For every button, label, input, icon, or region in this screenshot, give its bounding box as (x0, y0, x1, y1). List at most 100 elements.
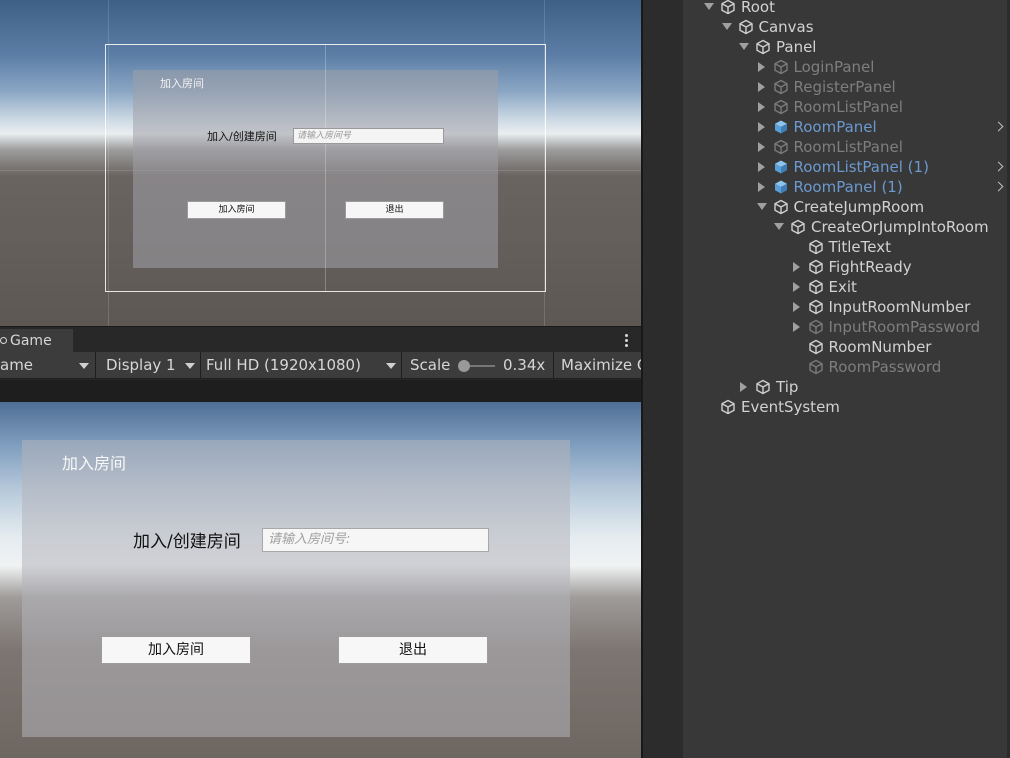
toolbar-divider (95, 352, 96, 379)
hierarchy-item[interactable]: Canvas (683, 17, 1007, 37)
open-prefab-chevron-icon[interactable] (993, 161, 1004, 172)
expand-right-icon[interactable] (757, 142, 765, 152)
game-toolbar: ame Display 1 Full HD (1920x1080) Scale … (0, 352, 641, 379)
prefab-cube-icon (773, 159, 789, 175)
expand-down-icon[interactable] (704, 3, 714, 10)
hierarchy-item[interactable]: EventSystem (683, 397, 1007, 417)
game-room-label: 加入/创建房间 (133, 532, 241, 552)
game-mode-dropdown[interactable]: ame (0, 352, 80, 379)
open-prefab-chevron-icon[interactable] (993, 181, 1004, 192)
scale-slider-handle[interactable] (458, 360, 470, 372)
hierarchy-item-label: Canvas (758, 18, 814, 36)
hierarchy-item[interactable]: RoomPanel (1) (683, 177, 1007, 197)
expand-down-icon[interactable] (739, 43, 749, 50)
hierarchy-item-label: FightReady (828, 258, 912, 276)
hierarchy-item[interactable]: CreateJumpRoom (683, 197, 1007, 217)
cube-icon (773, 59, 789, 75)
expand-right-icon[interactable] (757, 82, 765, 92)
expand-right-icon[interactable] (792, 322, 800, 332)
expand-right-icon[interactable] (757, 102, 765, 112)
prefab-cube-icon (773, 119, 789, 135)
scene-title-text[interactable]: 加入房间 (160, 75, 204, 91)
hierarchy-item[interactable]: RoomNumber (683, 337, 1007, 357)
cube-icon (755, 379, 771, 395)
cube-icon (773, 199, 789, 215)
expand-right-icon[interactable] (792, 302, 800, 312)
toolbar-divider (200, 352, 201, 379)
hierarchy-item[interactable]: RoomListPanel (683, 97, 1007, 117)
hierarchy-item[interactable]: Root (683, 0, 1007, 17)
open-prefab-chevron-icon[interactable] (993, 121, 1004, 132)
scene-exit-button[interactable]: 退出 (345, 201, 444, 219)
hierarchy-item[interactable]: Exit (683, 277, 1007, 297)
maximize-on-play-toggle[interactable]: Maximize O (561, 352, 641, 379)
hierarchy-item-label: RoomListPanel (793, 138, 903, 156)
hierarchy-item[interactable]: RoomPanel (683, 117, 1007, 137)
cube-icon (808, 279, 824, 295)
hierarchy-item[interactable]: RoomPassword (683, 357, 1007, 377)
hierarchy-item-label: Root (741, 0, 775, 16)
game-room-input[interactable]: 请输入房间号: (262, 528, 489, 552)
expand-right-icon[interactable] (792, 262, 800, 272)
cube-icon (808, 299, 824, 315)
expand-right-icon[interactable] (757, 162, 765, 172)
game-join-button[interactable]: 加入房间 (101, 636, 251, 664)
hierarchy-item-label: EventSystem (741, 398, 840, 416)
chevron-down-icon[interactable] (386, 363, 396, 369)
expand-right-icon[interactable] (757, 62, 765, 72)
expand-right-icon[interactable] (740, 382, 747, 392)
game-exit-button[interactable]: 退出 (338, 636, 488, 664)
center-guide (325, 44, 326, 292)
hierarchy-item[interactable]: FightReady (683, 257, 1007, 277)
expand-right-icon[interactable] (757, 122, 765, 132)
cube-icon (720, 0, 736, 15)
scene-view[interactable]: 加入房间 加入/创建房间 请输入房间号 加入房间 退出 (0, 0, 641, 326)
hierarchy-item[interactable]: InputRoomPassword (683, 317, 1007, 337)
hierarchy-item[interactable]: TitleText (683, 237, 1007, 257)
more-options-icon[interactable] (625, 334, 629, 348)
expand-down-icon[interactable] (756, 203, 767, 210)
scene-join-button[interactable]: 加入房间 (187, 201, 286, 219)
hierarchy-item-label: RegisterPanel (793, 78, 896, 96)
game-controller-icon (0, 337, 7, 344)
scale-label: Scale (410, 356, 451, 374)
expand-down-icon[interactable] (774, 223, 784, 230)
cube-icon (808, 319, 824, 335)
game-view[interactable]: 加入房间 加入/创建房间 请输入房间号: 加入房间 退出 (0, 402, 641, 758)
hierarchy-item-label: Tip (776, 378, 799, 396)
scene-panel[interactable] (133, 70, 498, 268)
hierarchy-item-label: CreateOrJumpIntoRoom (811, 218, 989, 236)
hierarchy-item-label: Exit (828, 278, 857, 296)
hierarchy-item-label: TitleText (828, 238, 891, 256)
expand-right-icon[interactable] (792, 282, 800, 292)
resolution-dropdown[interactable]: Full HD (1920x1080) (206, 352, 376, 379)
hierarchy-item[interactable]: RegisterPanel (683, 77, 1007, 97)
hierarchy-item-label: RoomPassword (828, 358, 942, 376)
hierarchy-item[interactable]: Tip (683, 377, 1007, 397)
cube-icon (808, 239, 824, 255)
tab-game[interactable]: Game (0, 329, 73, 353)
hierarchy-item[interactable]: LoginPanel (683, 57, 1007, 77)
scene-room-label[interactable]: 加入/创建房间 (207, 128, 277, 144)
hierarchy-item[interactable]: RoomListPanel (683, 137, 1007, 157)
hierarchy-item[interactable]: InputRoomNumber (683, 297, 1007, 317)
cube-icon (755, 39, 771, 55)
expand-right-icon[interactable] (757, 182, 765, 192)
resolution-label: Full HD (1920x1080) (206, 356, 361, 374)
toolbar-divider (553, 352, 554, 379)
chevron-down-icon[interactable] (185, 363, 195, 369)
toolbar-divider (401, 352, 402, 379)
hierarchy-gutter (643, 0, 683, 758)
hierarchy-item-label: Panel (776, 38, 817, 56)
cube-icon (720, 399, 736, 415)
hierarchy-item-label: InputRoomNumber (828, 298, 971, 316)
expand-down-icon[interactable] (721, 23, 732, 30)
hierarchy-item-label: RoomPanel (1) (793, 178, 903, 196)
game-tab-bar: Game (0, 326, 641, 353)
display-dropdown[interactable]: Display 1 (106, 352, 186, 379)
hierarchy-item[interactable]: Panel (683, 37, 1007, 57)
chevron-down-icon[interactable] (79, 363, 89, 369)
hierarchy-item[interactable]: CreateOrJumpIntoRoom (683, 217, 1007, 237)
scene-room-input[interactable]: 请输入房间号 (293, 128, 444, 144)
hierarchy-item[interactable]: RoomListPanel (1) (683, 157, 1007, 177)
